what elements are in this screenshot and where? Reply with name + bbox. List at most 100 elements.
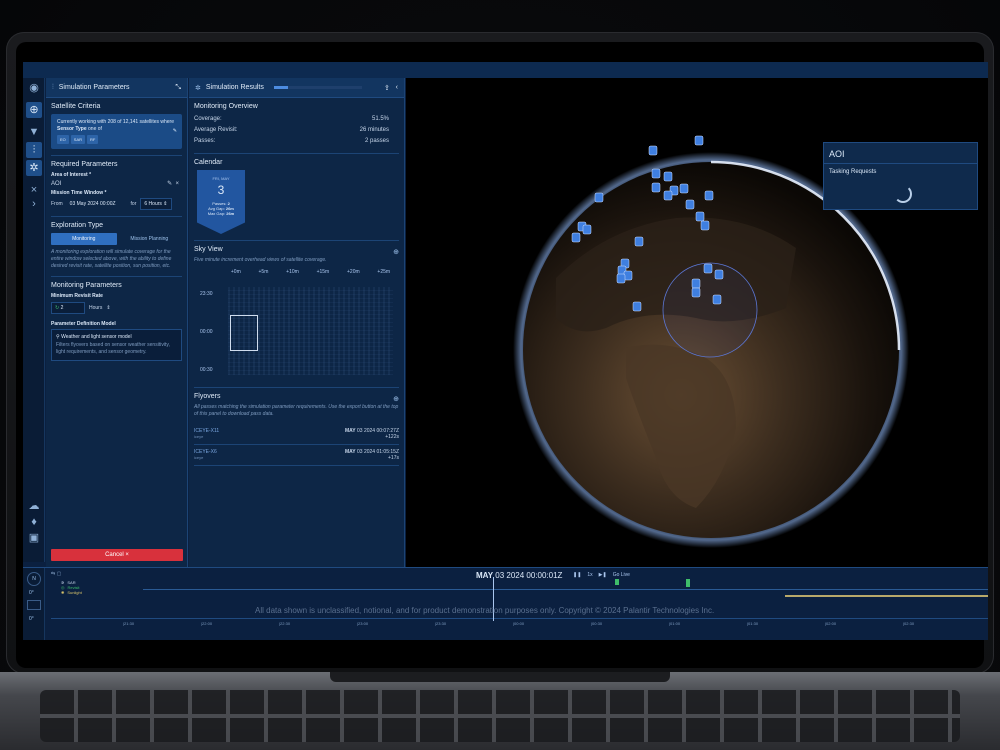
satellite-marker-icon[interactable] [694, 135, 704, 146]
timeline-bar[interactable]: N 0° 0° ⇆ ▢ ✲ SAR ◎ Revisit ✺ Sunlight MAY … [23, 567, 988, 640]
satellite-marker-icon[interactable] [648, 145, 658, 156]
cancel-button[interactable]: Cancel × [51, 549, 183, 561]
aoi-value[interactable]: AOI [51, 181, 61, 187]
satellite-marker-icon[interactable] [594, 192, 604, 203]
revisit-marker[interactable] [615, 579, 619, 585]
calendar-title: Calendar [194, 159, 223, 166]
chip-eo: EO [57, 135, 69, 144]
collapse-icon[interactable]: ‹ [396, 84, 398, 91]
satellite-marker-icon[interactable] [714, 269, 724, 280]
satellite-icon[interactable]: ✲ [26, 160, 42, 176]
satellite-marker-icon[interactable] [695, 211, 705, 222]
satellite-marker-icon[interactable] [616, 273, 626, 284]
satellite-marker-icon[interactable] [634, 236, 644, 247]
satellite-marker-icon[interactable] [679, 183, 689, 194]
pdm-label: Parameter Definition Model [51, 321, 116, 327]
skip-icon[interactable]: ▶❚ [599, 572, 607, 578]
flyover-row[interactable]: ICEYE-X11 iceye MAY 03 2024 00:07:27Z +122… [194, 424, 399, 445]
satellite-marker-icon[interactable] [703, 263, 713, 274]
lock-icon[interactable]: ▣ [26, 530, 42, 546]
go-live-button[interactable]: Go Live [613, 572, 630, 578]
pointer-icon[interactable]: ⤡ [175, 84, 181, 92]
from-input[interactable]: 03 May 2024 00:00Z [67, 199, 119, 209]
north-icon[interactable]: N [27, 572, 41, 586]
clock-month: MAY [476, 571, 494, 580]
sliders-icon: ⫶ [52, 83, 54, 91]
from-label: From [51, 201, 63, 207]
satellite-criteria-box[interactable]: Currently working with 208 of 12,141 sat… [51, 114, 182, 149]
satellite-marker-icon[interactable] [663, 171, 673, 182]
sky-columns: +0m +5m +10m +15m +20m +25m [194, 269, 399, 275]
speed-value[interactable]: 1x [587, 572, 592, 578]
satellite-marker-icon[interactable] [691, 278, 701, 289]
flyover-row[interactable]: ICEYE-X6 iceye MAY 03 2024 01:05:15Z +17s [194, 445, 399, 466]
duration-select[interactable]: 6 Hours ⇕ [140, 198, 172, 210]
edit-icon[interactable]: ✎ [167, 181, 172, 187]
zoom-icon[interactable]: ⊕ [393, 395, 399, 403]
calendar-day-card[interactable]: FRI, MAY 3 Passes: 2 Avg Gap: 26m Max Ga… [197, 170, 245, 234]
sky-col: +25m [377, 269, 391, 275]
timeline-legend: ✲ SAR ◎ Revisit ✺ Sunlight [61, 580, 82, 595]
required-params-title: Required Parameters [51, 161, 118, 168]
cal-number: 3 [217, 183, 225, 197]
satellite-marker-icon[interactable] [685, 199, 695, 210]
aoi-circle[interactable] [662, 262, 758, 358]
sky-view-grid[interactable]: 23:30 00:00 00:30 [194, 279, 399, 381]
export-icon[interactable]: ⇪ [384, 84, 390, 92]
model-card[interactable]: ⚲ Weather and light sensor model Filters… [51, 329, 182, 361]
loading-spinner [894, 185, 912, 203]
satellite-marker-icon[interactable] [651, 168, 661, 179]
chevron-icon[interactable]: › [26, 196, 42, 212]
aoi-card-subtitle: Tasking Requests [829, 169, 877, 175]
satellite-marker-icon[interactable] [700, 220, 710, 231]
aoi-card[interactable]: AOI Tasking Requests [823, 142, 978, 210]
satellite-marker-icon[interactable] [712, 294, 722, 305]
flyover-type: iceye [194, 455, 204, 460]
mission-window-label: Mission Time Window * [51, 190, 107, 196]
flyover-delta: +122s [385, 434, 399, 440]
params-title: Simulation Parameters [58, 84, 130, 91]
close-icon[interactable]: × [175, 181, 179, 187]
timeline-settings-icon[interactable]: ⇆ ▢ [51, 571, 61, 577]
tilt-value: 0° [29, 590, 34, 596]
pause-icon[interactable]: ❚❚ [573, 572, 581, 578]
satellite-marker-icon[interactable] [632, 301, 642, 312]
tab-mission-planning[interactable]: Mission Planning [117, 233, 183, 245]
zoom-icon[interactable]: ⊕ [393, 248, 399, 256]
timeline-axis[interactable]: |21:30 |22:00 |22:30 |23:00 |23:30 |00:00 |00:… [51, 618, 988, 630]
revisit-input[interactable]: ↻ 2 [51, 302, 85, 314]
app-logo-icon[interactable]: ◉ [26, 80, 42, 96]
satellite-marker-icon[interactable] [571, 232, 581, 243]
legend-sunlight: Sunlight [67, 590, 82, 595]
disclaimer-text: All data shown is unclassified, notional… [255, 606, 715, 615]
revisit-marker[interactable] [686, 579, 690, 587]
laptop-hinge [330, 672, 670, 682]
tab-monitoring[interactable]: Monitoring [51, 233, 117, 245]
min-revisit-label: Minimum Revisit Rate [51, 293, 103, 299]
sky-view-desc: Five minute increment overhead views of … [194, 257, 327, 263]
view-icon[interactable] [27, 600, 41, 610]
playback-controls: ❚❚ 1x ▶❚ Go Live [573, 572, 630, 578]
bulb-icon[interactable]: ♦ [26, 514, 42, 530]
cloud-icon[interactable]: ☁ [26, 498, 42, 514]
simulation-parameters-panel: ⫶ Simulation Parameters ⤡ Satellite Crit… [46, 78, 188, 567]
for-label: for [130, 201, 137, 207]
filter-icon[interactable]: ▼ [26, 124, 42, 140]
criteria-bold: Sensor Type [57, 126, 87, 132]
coverage-label: Coverage: [194, 116, 222, 122]
sky-row: 00:00 [200, 329, 213, 335]
sun-icon: ✺ [61, 590, 65, 595]
satellite-icon: ✲ [195, 84, 201, 92]
sliders-icon[interactable]: ⫶ [26, 142, 42, 158]
satellite-marker-icon[interactable] [691, 287, 701, 298]
satellite-marker-icon[interactable] [663, 190, 673, 201]
satellite-marker-icon[interactable] [582, 224, 592, 235]
satellite-marker-icon[interactable] [651, 182, 661, 193]
globe-icon[interactable]: ⊕ [26, 102, 42, 118]
edit-icon[interactable]: ✎ [173, 128, 177, 135]
sky-selection-box[interactable] [230, 315, 258, 351]
timeline-tick: |21:30 [123, 621, 135, 626]
cal-day: FRI, MAY [212, 176, 230, 181]
satellite-marker-icon[interactable] [704, 190, 714, 201]
revisit-unit[interactable]: Hours [89, 305, 102, 311]
